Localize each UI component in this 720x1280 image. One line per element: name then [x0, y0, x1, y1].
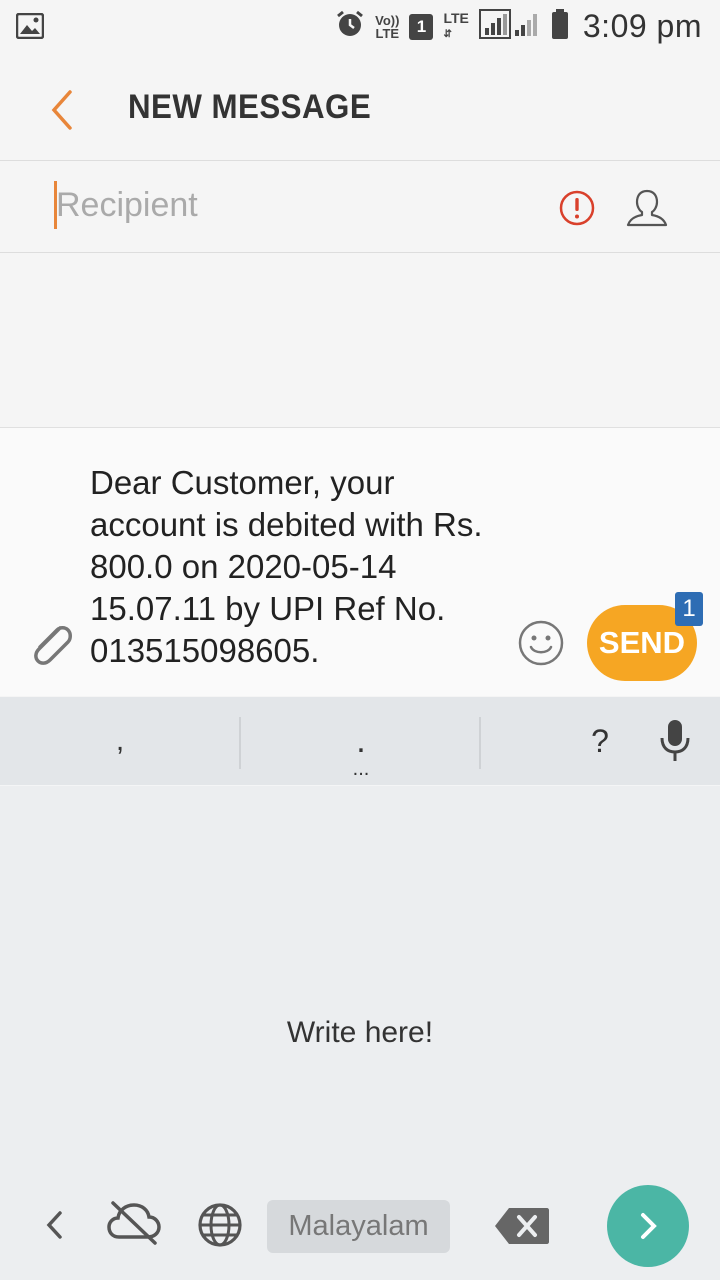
image-icon — [15, 12, 45, 44]
chevron-right-icon — [641, 1213, 657, 1239]
back-button[interactable] — [40, 84, 88, 132]
clock: 3:09 pm — [582, 8, 702, 44]
backspace-icon[interactable] — [493, 1205, 551, 1247]
message-composer: Dear Customer, your account is debited w… — [0, 427, 720, 696]
key-question[interactable]: ? — [574, 697, 626, 785]
key-period[interactable]: . ... — [241, 697, 481, 785]
divider — [479, 717, 481, 769]
sim-slot-badge: 1 — [409, 13, 434, 40]
chevron-left-icon[interactable] — [32, 1202, 78, 1248]
attach-icon[interactable] — [24, 616, 78, 670]
page-title: NEW MESSAGE — [128, 88, 372, 126]
conversation-area — [0, 253, 720, 426]
back-arrow-icon — [51, 90, 72, 130]
more-label: ... — [352, 758, 370, 780]
key-comma[interactable]: , — [0, 697, 240, 785]
handwriting-hint: Write here! — [286, 1016, 434, 1049]
handwriting-panel[interactable]: Write here! Malayalam — [0, 786, 720, 1280]
battery-icon — [551, 8, 569, 45]
globe-icon[interactable] — [196, 1201, 244, 1249]
sim-badge: 1 — [675, 592, 703, 626]
cloud-off-icon[interactable] — [104, 1192, 164, 1252]
keyboard-suggestion-row: , . ... ? — [0, 697, 720, 786]
microphone-icon[interactable] — [650, 697, 700, 785]
app-bar: NEW MESSAGE — [0, 56, 720, 161]
contact-picker-icon[interactable] — [624, 185, 670, 231]
language-button[interactable]: Malayalam — [267, 1200, 450, 1253]
message-text-field[interactable]: Dear Customer, your account is debited w… — [90, 462, 500, 672]
alarm-icon — [335, 9, 365, 44]
recipient-row — [0, 161, 720, 253]
go-button[interactable] — [607, 1185, 689, 1267]
network-type: LTE ⇵ — [443, 10, 469, 40]
status-bar: Vo)) LTE 1 LTE ⇵ 3:09 pm — [0, 0, 720, 56]
signal-icon — [478, 8, 541, 45]
recipient-input[interactable] — [56, 179, 496, 231]
volte-indicator: Vo)) LTE — [375, 12, 400, 41]
warning-icon[interactable] — [558, 189, 596, 227]
emoji-icon[interactable] — [516, 618, 566, 668]
period-label: . — [356, 722, 366, 760]
